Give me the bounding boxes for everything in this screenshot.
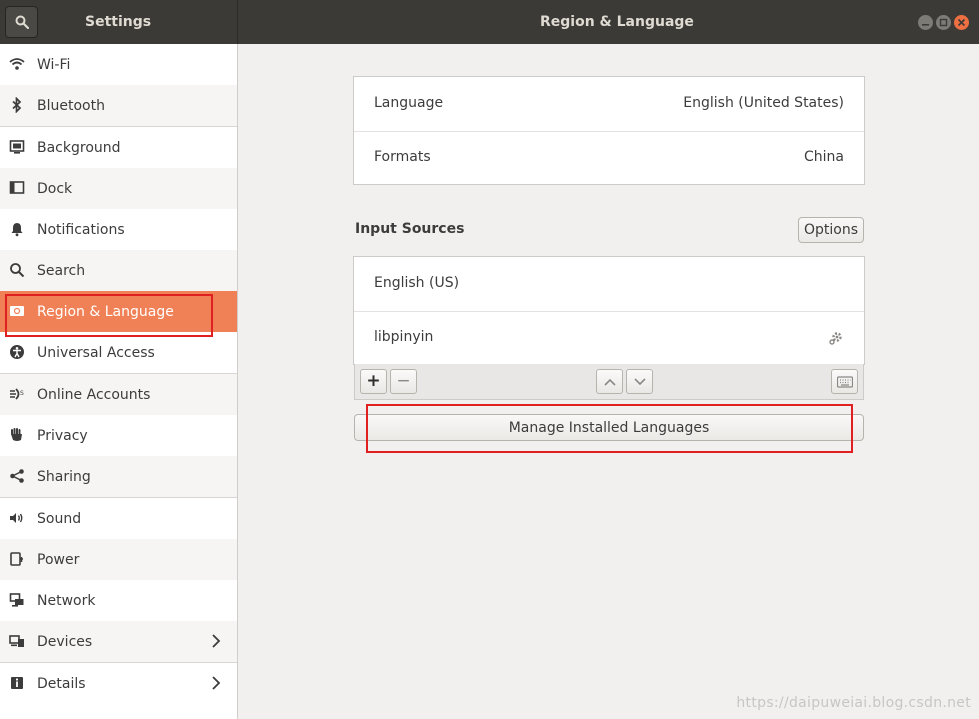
- input-source-row[interactable]: libpinyin: [354, 311, 864, 365]
- move-up-button[interactable]: [596, 369, 623, 394]
- window-controls: [918, 15, 969, 30]
- move-down-button[interactable]: [626, 369, 653, 394]
- highlight-box-manage-languages: [366, 404, 853, 453]
- sidebar-item-universal-access[interactable]: Universal Access: [0, 332, 237, 373]
- maximize-icon: [939, 18, 948, 27]
- input-sources-title: Input Sources: [355, 221, 465, 237]
- sidebar-item-online-accounts[interactable]: S Online Accounts: [0, 374, 237, 415]
- settings-window: Settings Region & Language Wi-Fi Bluetoo…: [0, 0, 979, 719]
- devices-icon: [9, 633, 25, 649]
- sidebar-item-notifications[interactable]: Notifications: [0, 209, 237, 250]
- sidebar-item-label: Background: [37, 139, 121, 156]
- sidebar-item-label: Details: [37, 675, 86, 692]
- sidebar-item-label: Online Accounts: [37, 386, 151, 403]
- gear-icon[interactable]: [828, 330, 844, 346]
- close-icon: [957, 18, 966, 27]
- sidebar-item-label: Power: [37, 551, 80, 568]
- chevron-right-icon: [212, 676, 221, 690]
- input-source-row[interactable]: English (US): [354, 257, 864, 311]
- sidebar-item-label: Notifications: [37, 221, 125, 238]
- keyboard-icon: [836, 375, 853, 388]
- sidebar-item-sharing[interactable]: Sharing: [0, 456, 237, 497]
- background-icon: [9, 139, 25, 155]
- sidebar-item-dock[interactable]: Dock: [0, 168, 237, 209]
- header-left: Settings: [0, 0, 238, 44]
- bell-icon: [9, 221, 25, 237]
- speaker-icon: [9, 510, 25, 526]
- sidebar-item-label: Wi-Fi: [37, 56, 71, 73]
- highlight-box-region-language: [5, 294, 213, 337]
- sidebar-item-label: Bluetooth: [37, 97, 105, 114]
- accessibility-icon: [9, 344, 25, 360]
- sidebar-item-devices[interactable]: Devices: [0, 621, 237, 662]
- input-source-label: English (US): [374, 275, 460, 291]
- language-label: Language: [374, 95, 444, 111]
- maximize-button[interactable]: [936, 15, 951, 30]
- remove-input-source-button[interactable]: −: [390, 369, 417, 394]
- sidebar-title: Settings: [85, 14, 152, 30]
- power-icon: [9, 551, 25, 567]
- svg-text:S: S: [20, 390, 24, 397]
- search-icon: [15, 15, 29, 29]
- formats-value: China: [804, 149, 844, 165]
- options-button[interactable]: Options: [798, 217, 864, 243]
- remove-icon: −: [396, 371, 411, 391]
- sidebar-item-label: Network: [37, 592, 96, 609]
- formats-label: Formats: [374, 149, 431, 165]
- sidebar-item-label: Universal Access: [37, 344, 155, 361]
- dock-icon: [9, 180, 25, 196]
- minimize-icon: [922, 24, 929, 26]
- sidebar-item-bluetooth[interactable]: Bluetooth: [0, 85, 237, 126]
- sidebar-item-wifi[interactable]: Wi-Fi: [0, 44, 237, 85]
- page-title: Region & Language: [540, 14, 694, 30]
- sidebar-item-label: Dock: [37, 180, 73, 197]
- chevron-up-icon: [603, 378, 616, 386]
- search-icon: [9, 262, 25, 278]
- input-sources-list: English (US) libpinyin: [353, 256, 865, 365]
- chevron-down-icon: [633, 377, 646, 385]
- bluetooth-icon: [9, 97, 25, 113]
- language-formats-panel: Language English (United States) Formats…: [353, 76, 865, 185]
- sidebar-item-sound[interactable]: Sound: [0, 498, 237, 539]
- network-icon: [9, 592, 25, 608]
- sidebar-item-label: Sharing: [37, 468, 91, 485]
- sidebar-item-label: Privacy: [37, 427, 88, 444]
- sidebar-item-background[interactable]: Background: [0, 127, 237, 168]
- language-row[interactable]: Language English (United States): [354, 77, 864, 131]
- chevron-right-icon: [212, 634, 221, 648]
- watermark: https://daipuweiai.blog.csdn.net: [736, 695, 971, 711]
- sidebar-item-search[interactable]: Search: [0, 250, 237, 291]
- keyboard-layout-button[interactable]: [831, 369, 858, 394]
- wifi-icon: [9, 56, 25, 72]
- sidebar: Wi-Fi Bluetooth Background Dock Notifica…: [0, 44, 238, 719]
- language-value: English (United States): [683, 95, 844, 111]
- input-source-label: libpinyin: [374, 329, 434, 345]
- sidebar-item-privacy[interactable]: Privacy: [0, 415, 237, 456]
- header-bar: Settings Region & Language: [0, 0, 979, 44]
- sidebar-item-label: Search: [37, 262, 86, 279]
- add-icon: +: [366, 371, 381, 391]
- sidebar-item-network[interactable]: Network: [0, 580, 237, 621]
- online-accounts-icon: S: [9, 386, 25, 402]
- sidebar-item-details[interactable]: Details: [0, 663, 237, 704]
- close-button[interactable]: [954, 15, 969, 30]
- sidebar-item-label: Devices: [37, 633, 93, 650]
- share-icon: [9, 468, 25, 484]
- minimize-button[interactable]: [918, 15, 933, 30]
- hand-icon: [9, 427, 25, 443]
- info-icon: [9, 675, 25, 691]
- formats-row[interactable]: Formats China: [354, 131, 864, 185]
- add-input-source-button[interactable]: +: [360, 369, 387, 394]
- sidebar-item-power[interactable]: Power: [0, 539, 237, 580]
- sidebar-item-label: Sound: [37, 510, 82, 527]
- input-sources-toolbar: + −: [354, 364, 864, 400]
- search-button[interactable]: [5, 6, 38, 38]
